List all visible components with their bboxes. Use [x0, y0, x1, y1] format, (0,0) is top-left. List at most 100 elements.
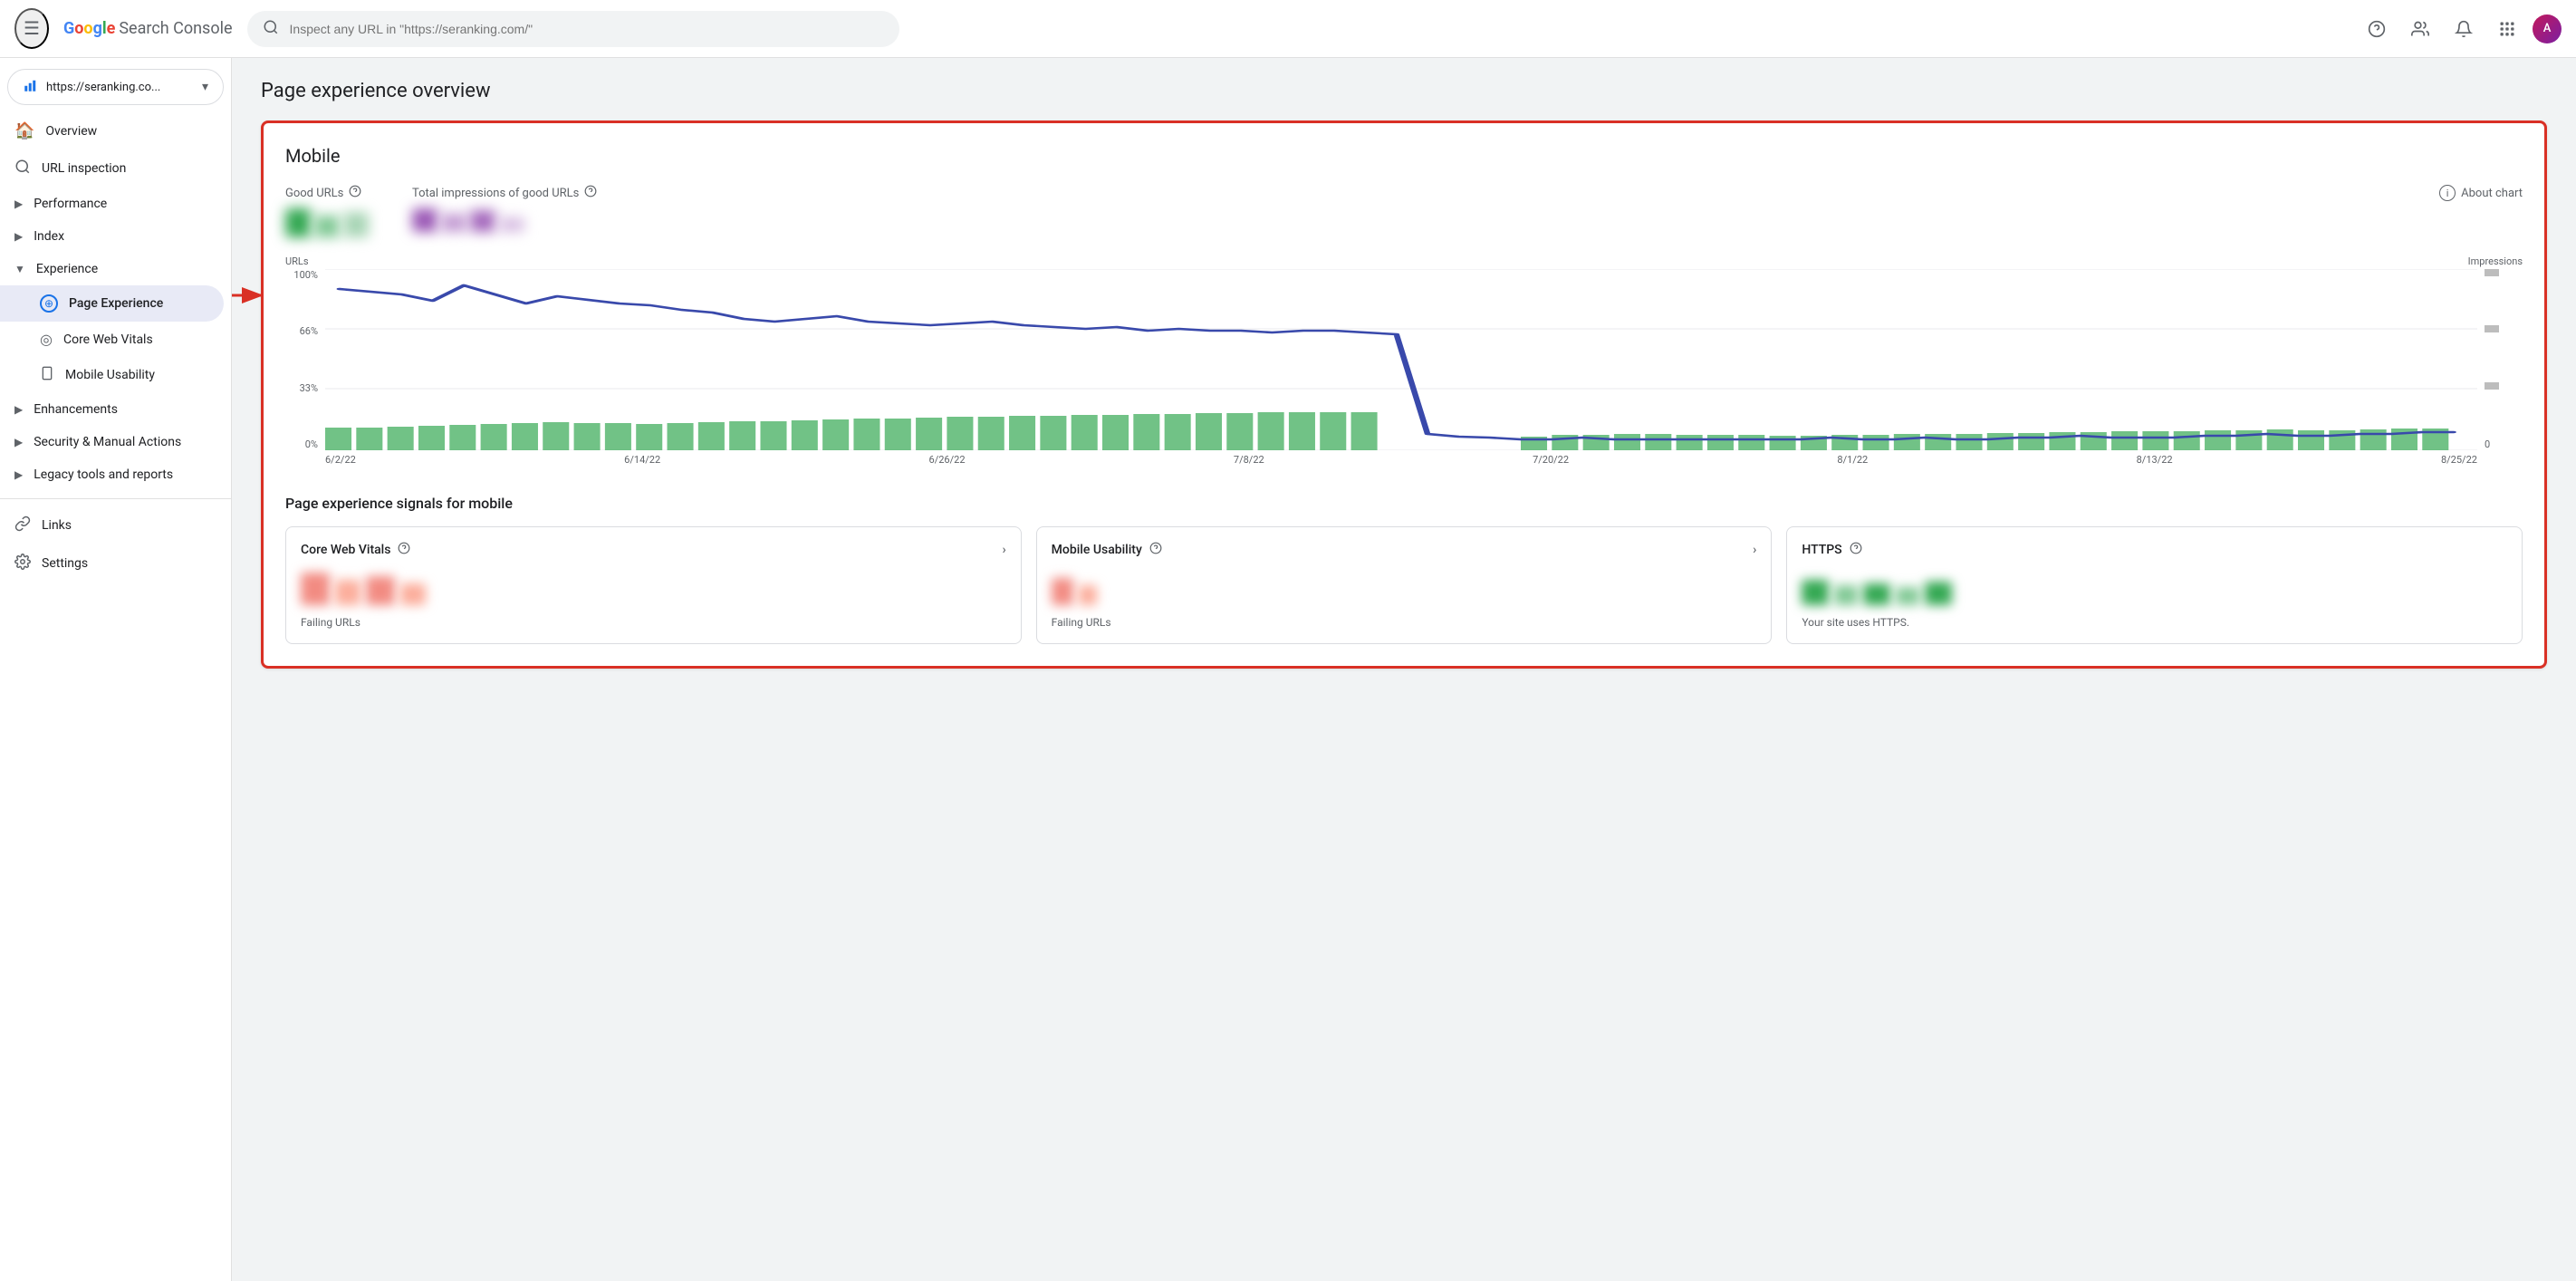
apps-button[interactable]: [2489, 11, 2525, 47]
layout: https://seranking.co... ▾ 🏠 Overview URL…: [0, 58, 2576, 1281]
app-name-label: Search Console: [119, 19, 232, 38]
https-sub-label: Your site uses HTTPS.: [1802, 616, 2507, 629]
x-label-2: 6/14/22: [624, 454, 660, 466]
help-button[interactable]: [2359, 11, 2395, 47]
sidebar-item-label: Experience: [36, 262, 98, 276]
impressions-label-mid1: [2485, 325, 2523, 332]
y-label-33: 33%: [285, 382, 318, 394]
mu-sub-label: Failing URLs: [1052, 616, 1757, 629]
arrow-right-icon[interactable]: ›: [1753, 543, 1756, 557]
signal-card-core-web-vitals: Core Web Vitals › Failing UR: [285, 526, 1022, 644]
red-arrow-1: [232, 58, 245, 141]
x-label-4: 7/8/22: [1234, 454, 1264, 466]
sidebar-item-overview[interactable]: 🏠 Overview: [0, 112, 224, 149]
sidebar: https://seranking.co... ▾ 🏠 Overview URL…: [0, 58, 232, 1281]
main-content: Page experience overview: [232, 58, 2576, 1281]
y-label-100: 100%: [285, 269, 318, 281]
topbar-actions: A: [2359, 11, 2562, 47]
site-selector[interactable]: https://seranking.co... ▾: [7, 69, 224, 105]
x-label-1: 6/2/22: [325, 454, 356, 466]
page-experience-card: Mobile Good URLs: [261, 120, 2547, 669]
impressions-label-mid2: [2485, 382, 2523, 390]
about-chart-button[interactable]: i About chart: [2439, 185, 2523, 201]
sidebar-item-security-manual[interactable]: ▶ Security & Manual Actions: [0, 426, 231, 458]
good-urls-bars: [285, 208, 369, 237]
sidebar-item-label: Core Web Vitals: [63, 332, 153, 347]
site-chart-icon: [23, 77, 39, 97]
signals-cards: Core Web Vitals › Failing UR: [285, 526, 2523, 644]
section-title: Mobile: [285, 145, 2523, 167]
signals-title: Page experience signals for mobile: [285, 495, 2523, 512]
y-axis-right: 0: [2477, 269, 2523, 450]
google-logo: Google: [63, 19, 115, 38]
links-icon: [14, 515, 31, 535]
red-arrow-2: [232, 277, 282, 313]
notifications-button[interactable]: [2446, 11, 2482, 47]
total-impressions-label: Total impressions of good URLs: [412, 185, 597, 201]
impressions-label-top: [2485, 269, 2523, 276]
mu-bars: [1052, 569, 1757, 605]
x-label-6: 8/1/22: [1837, 454, 1868, 466]
sidebar-item-settings[interactable]: Settings: [0, 544, 224, 583]
avatar[interactable]: A: [2533, 14, 2562, 43]
x-label-8: 8/25/22: [2441, 454, 2477, 466]
signal-card-header-cwv: Core Web Vitals ›: [301, 542, 1006, 558]
people-button[interactable]: [2402, 11, 2438, 47]
impressions-bars: [412, 208, 597, 232]
home-icon: 🏠: [14, 121, 34, 140]
chart-wrapper: 100% 66% 33% 0%: [285, 269, 2523, 450]
chevron-right-icon: ▶: [14, 230, 23, 243]
sidebar-item-label: Overview: [45, 124, 97, 139]
impressions-help-icon[interactable]: [584, 185, 597, 201]
sidebar-item-core-web-vitals[interactable]: ◎ Core Web Vitals: [0, 322, 224, 357]
help-icon[interactable]: [398, 542, 410, 558]
good-urls-help-icon[interactable]: [349, 185, 361, 201]
impressions-axis-label: Impressions: [2468, 255, 2523, 267]
sidebar-item-url-inspection[interactable]: URL inspection: [0, 149, 224, 188]
sidebar-item-page-experience[interactable]: ⊕ Page Experience: [0, 285, 224, 322]
y-label-0: 0%: [285, 438, 318, 450]
good-urls-stat: Good URLs: [285, 185, 369, 237]
sidebar-item-label: Enhancements: [34, 402, 118, 417]
signal-cwv-label: Core Web Vitals: [301, 543, 390, 557]
chart-svg-area: [325, 269, 2477, 450]
signal-https-label: HTTPS: [1802, 543, 1841, 557]
sidebar-item-label: Performance: [34, 197, 107, 211]
sidebar-item-links[interactable]: Links: [0, 506, 224, 544]
signals-section: Page experience signals for mobile Core …: [285, 495, 2523, 644]
chevron-right-icon: ▶: [14, 436, 23, 448]
chevron-right-icon: ▶: [14, 403, 23, 416]
sidebar-item-label: Mobile Usability: [65, 368, 155, 382]
sidebar-item-label: URL inspection: [42, 161, 126, 176]
sidebar-item-label: Links: [42, 518, 72, 533]
signal-mu-label: Mobile Usability: [1052, 543, 1142, 557]
search-input[interactable]: [290, 22, 884, 36]
sidebar-item-experience[interactable]: ▼ Experience: [0, 253, 231, 285]
chart-container: URLs Impressions 100% 66% 33% 0%: [285, 255, 2523, 466]
stats-row: Good URLs Total impressions of good URLs: [285, 185, 2523, 237]
cwv-sub-label: Failing URLs: [301, 616, 1006, 629]
signal-card-header-mu: Mobile Usability ›: [1052, 542, 1757, 558]
sidebar-item-legacy-tools[interactable]: ▶ Legacy tools and reports: [0, 458, 231, 491]
page-experience-icon: ⊕: [40, 294, 58, 313]
impressions-label-0: 0: [2485, 438, 2523, 450]
sidebar-item-enhancements[interactable]: ▶ Enhancements: [0, 393, 231, 426]
sidebar-divider: [0, 498, 231, 499]
menu-button[interactable]: ☰: [14, 8, 49, 49]
y-axis-label: URLs: [285, 255, 309, 267]
signal-card-https: HTTPS Your site uses HTTPS.: [1786, 526, 2523, 644]
topbar: ☰ Google Search Console A: [0, 0, 2576, 58]
sidebar-item-index[interactable]: ▶ Index: [0, 220, 231, 253]
help-icon[interactable]: [1149, 542, 1162, 558]
app-logo: Google Search Console: [63, 19, 233, 38]
chart-svg: [325, 269, 2477, 450]
good-urls-label: Good URLs: [285, 185, 369, 201]
help-icon[interactable]: [1850, 542, 1862, 558]
search-bar[interactable]: [247, 11, 899, 47]
sidebar-item-mobile-usability[interactable]: Mobile Usability: [0, 357, 224, 393]
chevron-right-icon: ▶: [14, 197, 23, 210]
sidebar-item-label: Settings: [42, 556, 88, 571]
x-axis-labels: 6/2/22 6/14/22 6/26/22 7/8/22 7/20/22 8/…: [325, 454, 2477, 466]
arrow-right-icon[interactable]: ›: [1002, 543, 1005, 557]
sidebar-item-performance[interactable]: ▶ Performance: [0, 188, 231, 220]
